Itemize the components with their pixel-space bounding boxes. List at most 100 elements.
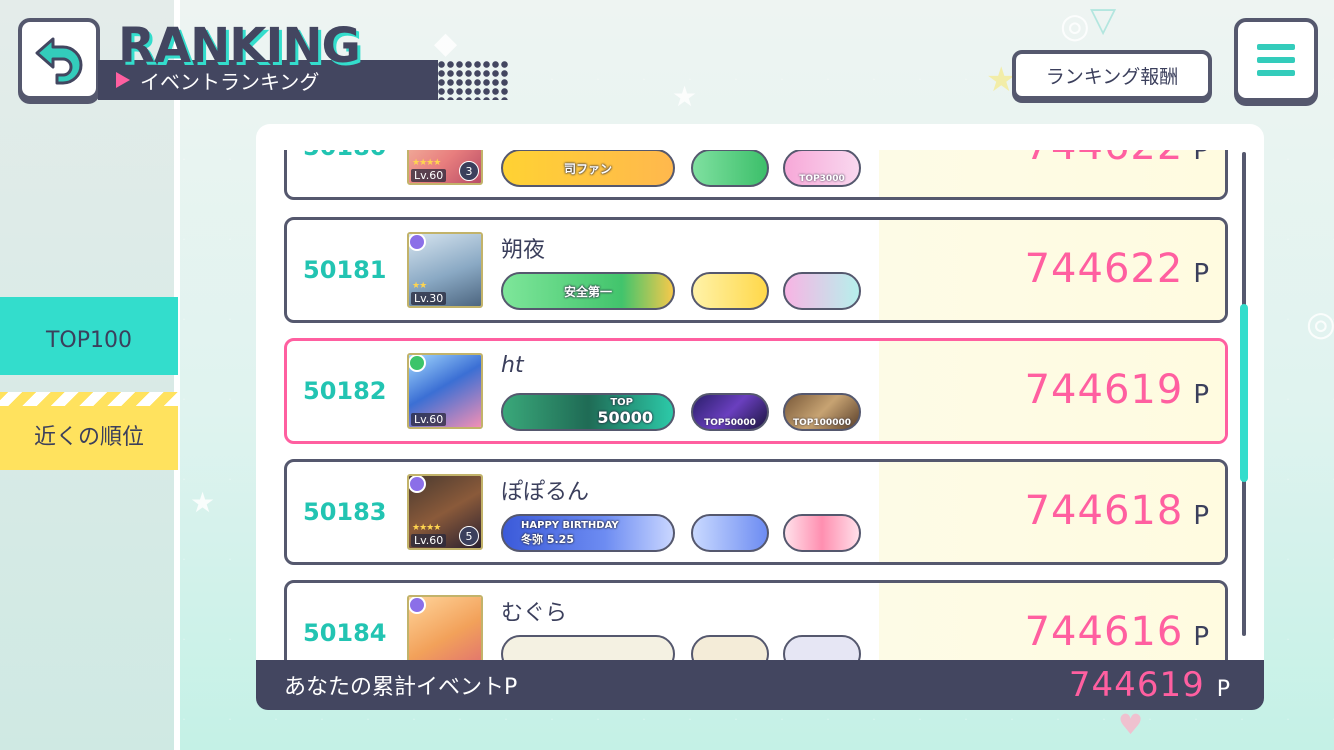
total-points: 744619 P [1069, 665, 1230, 705]
attribute-icon [409, 355, 426, 372]
menu-button[interactable] [1234, 18, 1318, 102]
points: 744622 P [1025, 150, 1209, 169]
attribute-icon [409, 476, 426, 493]
heart-decoration-icon: ♥ [1118, 708, 1144, 741]
honor-main-line1: HAPPY BIRTHDAY [521, 519, 619, 531]
points-value: 744616 [1024, 609, 1184, 655]
card-level: Lv.60 [411, 169, 447, 182]
points: 744616 P [1025, 609, 1209, 655]
player-name: ht [501, 353, 524, 378]
player-name: 朔夜 [501, 238, 546, 263]
tab-top100[interactable]: TOP100 [0, 297, 178, 375]
attribute-icon [409, 234, 426, 251]
disc-decoration-icon: ◎ [1306, 304, 1334, 344]
my-total-points-bar: あなたの累計イベントP 744619 P [256, 660, 1264, 710]
points-unit: P [1193, 150, 1209, 166]
honor-sub[interactable] [691, 514, 769, 552]
total-points-label: あなたの累計イベントP [284, 675, 518, 700]
card-level: Lv.60 [411, 413, 447, 426]
back-button[interactable] [18, 18, 100, 100]
points-value: 744619 [1024, 367, 1184, 413]
honor-sub-text: TOP3000 [799, 174, 845, 184]
card-level: Lv.60 [411, 534, 447, 547]
honor-main-top-text: TOP [610, 397, 633, 408]
hamburger-menu-icon [1257, 57, 1295, 63]
points-value: 744622 [1024, 246, 1184, 292]
honor-main[interactable]: HAPPY BIRTHDAY 冬弥 5.25 [501, 514, 675, 552]
total-points-unit: P [1216, 677, 1230, 702]
ranking-row[interactable]: 50180 ★★★★ Lv.60 3 司ファン TOP3000 744622 P [284, 150, 1228, 200]
points-unit: P [1193, 259, 1209, 289]
honor-main[interactable]: TOP 50000 [501, 393, 675, 431]
honor-sub[interactable] [783, 635, 861, 660]
honor-main[interactable]: 司ファン [501, 150, 675, 187]
tab-nearby-rank[interactable]: 近くの順位 [0, 392, 178, 470]
avatar[interactable]: ★★★★ Lv.60 3 [407, 150, 483, 185]
rank-number: 50180 [303, 150, 393, 161]
honor-sub[interactable] [691, 150, 769, 187]
honor-sub[interactable] [691, 272, 769, 310]
points-unit: P [1193, 380, 1209, 410]
honor-main-line2: 冬弥 5.25 [521, 532, 574, 546]
diamond-decoration-icon: ◆ [434, 26, 458, 61]
card-stars: ★★★★ [412, 523, 441, 533]
honor-sub[interactable] [783, 272, 861, 310]
player-name: むぐら [501, 601, 568, 626]
ranking-row-self[interactable]: 50182 Lv.60 ht TOP 50000 TOP50000 TOP100… [284, 338, 1228, 444]
ranking-panel: 50180 ★★★★ Lv.60 3 司ファン TOP3000 744622 P… [256, 124, 1264, 710]
rank-number: 50184 [303, 619, 387, 647]
rank-number: 50182 [303, 377, 387, 405]
rank-number: 50181 [303, 256, 387, 284]
card-stars: ★★★★ [412, 158, 441, 168]
ranking-reward-button[interactable]: ランキング報酬 [1012, 50, 1212, 100]
avatar[interactable] [407, 595, 483, 660]
honor-main-text: 安全第一 [563, 284, 612, 299]
honor-sub[interactable]: TOP100000 [783, 393, 861, 431]
points-value: 744622 [1025, 150, 1184, 169]
hamburger-menu-icon [1257, 44, 1295, 50]
page-title: RANKING [118, 18, 361, 74]
attribute-icon [409, 597, 426, 614]
honor-sub[interactable] [691, 635, 769, 660]
honor-main-text: 司ファン [563, 161, 612, 176]
tab-nearby-rank-label: 近くの順位 [33, 425, 144, 450]
avatar[interactable]: ★★ Lv.30 [407, 232, 483, 308]
ranking-row[interactable]: 50181 ★★ Lv.30 朔夜 安全第一 744622 P [284, 217, 1228, 323]
tab-top100-label: TOP100 [45, 327, 132, 353]
total-points-value: 744619 [1068, 665, 1205, 705]
honor-sub[interactable] [783, 514, 861, 552]
hamburger-menu-icon [1257, 70, 1295, 76]
points-value: 744618 [1024, 488, 1184, 534]
avatar[interactable]: Lv.60 [407, 353, 483, 429]
avatar[interactable]: ★★★★ Lv.60 5 [407, 474, 483, 550]
ranking-row[interactable]: 50184 むぐら 744616 P [284, 580, 1228, 660]
sidebar: TOP100 近くの順位 [0, 0, 180, 750]
points-unit: P [1193, 501, 1209, 531]
honor-main[interactable] [501, 635, 675, 660]
points: 744618 P [1025, 488, 1209, 534]
points-unit: P [1193, 622, 1209, 652]
triangle-decoration-icon: ▽ [1090, 0, 1117, 40]
back-arrow-icon [35, 37, 83, 85]
card-level: Lv.30 [411, 292, 447, 305]
points: 744619 P [1025, 367, 1209, 413]
honor-sub-text: TOP50000 [704, 418, 756, 428]
halftone-decoration [428, 60, 508, 100]
scrollbar-thumb[interactable] [1240, 304, 1248, 482]
honor-sub[interactable]: TOP50000 [691, 393, 769, 431]
honor-sub[interactable]: TOP3000 [783, 150, 861, 187]
honor-main[interactable]: 安全第一 [501, 272, 675, 310]
ranking-row[interactable]: 50183 ★★★★ Lv.60 5 ぽぽるん HAPPY BIRTHDAY 冬… [284, 459, 1228, 565]
ranking-list[interactable]: 50180 ★★★★ Lv.60 3 司ファン TOP3000 744622 P… [284, 150, 1228, 660]
star-decoration-icon: ★ [672, 80, 698, 113]
honor-sub-text: TOP100000 [793, 418, 851, 428]
disc-decoration-icon: ◎ [1060, 6, 1090, 46]
play-triangle-icon [116, 72, 130, 88]
honor-main-text: 50000 [597, 407, 653, 427]
points: 744622 P [1025, 246, 1209, 292]
rank-number: 50183 [303, 498, 387, 526]
star-decoration-icon: ★ [190, 486, 216, 519]
master-rank-badge: 5 [459, 526, 479, 546]
player-name: ぽぽるん [501, 480, 590, 505]
master-rank-badge: 3 [459, 161, 479, 181]
